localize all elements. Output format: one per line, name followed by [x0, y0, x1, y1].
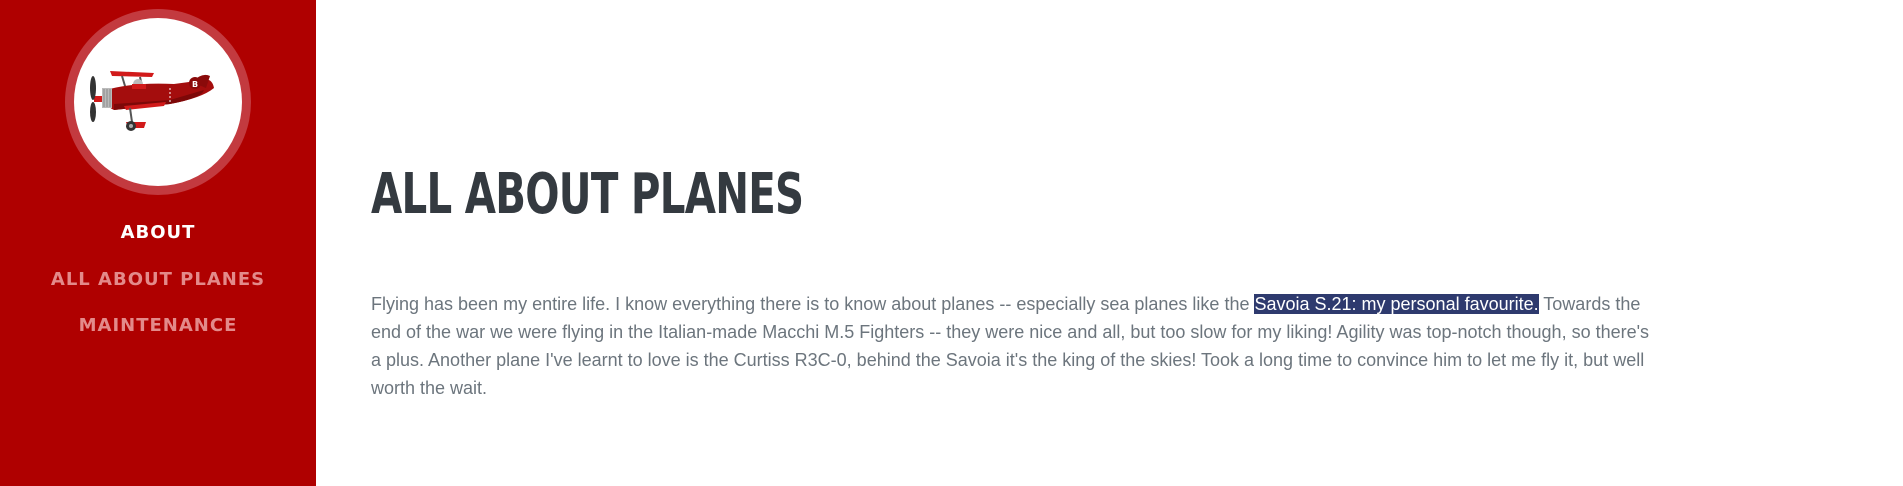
avatar: B [74, 18, 242, 186]
sidebar-item-all-about-planes[interactable]: ALL ABOUT PLANES [0, 269, 316, 290]
selected-text: Savoia S.21: my personal favourite. [1254, 294, 1539, 314]
avatar-ring: B [65, 9, 251, 195]
paragraph-text-before: Flying has been my entire life. I know e… [371, 294, 1255, 314]
sidebar: B ABOUT ALL ABOUT PLANES MAINTENANCE [0, 0, 316, 486]
sidebar-item-about[interactable]: ABOUT [0, 222, 316, 243]
avatar-badge: B [192, 80, 198, 89]
biplane-icon: B [90, 71, 214, 131]
sidebar-item-maintenance[interactable]: MAINTENANCE [0, 315, 316, 336]
page-title: All About Planes [371, 162, 804, 227]
body-paragraph: Flying has been my entire life. I know e… [371, 290, 1651, 402]
